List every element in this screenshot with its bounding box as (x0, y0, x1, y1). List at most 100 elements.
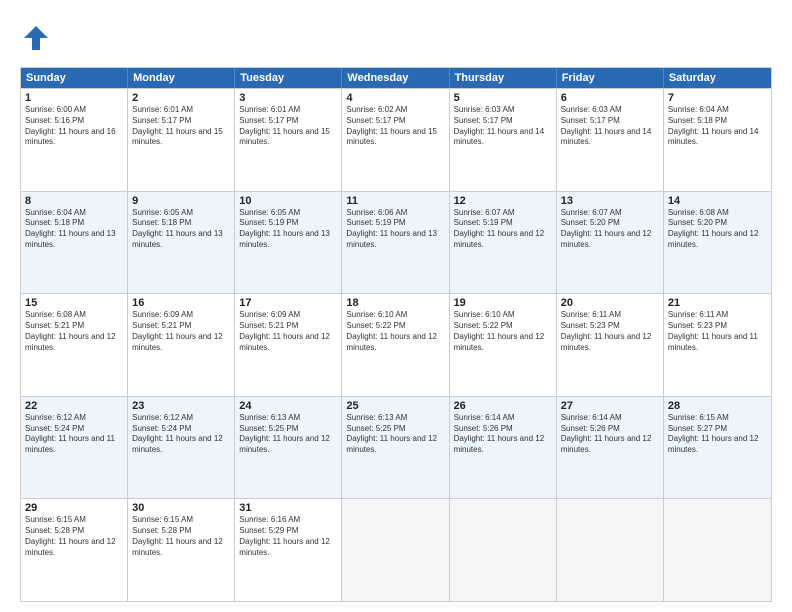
day-cell-14: 14Sunrise: 6:08 AMSunset: 5:20 PMDayligh… (664, 192, 771, 294)
day-info: Sunrise: 6:08 AMSunset: 5:21 PMDaylight:… (25, 310, 123, 353)
day-number: 19 (454, 297, 552, 309)
calendar-week-4: 22Sunrise: 6:12 AMSunset: 5:24 PMDayligh… (21, 396, 771, 499)
day-info: Sunrise: 6:15 AMSunset: 5:28 PMDaylight:… (25, 515, 123, 558)
day-number: 2 (132, 92, 230, 104)
logo-icon (20, 22, 52, 54)
day-number: 9 (132, 195, 230, 207)
day-number: 4 (346, 92, 444, 104)
day-cell-3: 3Sunrise: 6:01 AMSunset: 5:17 PMDaylight… (235, 89, 342, 191)
day-info: Sunrise: 6:12 AMSunset: 5:24 PMDaylight:… (25, 413, 123, 456)
day-cell-23: 23Sunrise: 6:12 AMSunset: 5:24 PMDayligh… (128, 397, 235, 499)
empty-cell (342, 499, 449, 601)
day-info: Sunrise: 6:04 AMSunset: 5:18 PMDaylight:… (668, 105, 767, 148)
day-number: 21 (668, 297, 767, 309)
day-cell-1: 1Sunrise: 6:00 AMSunset: 5:16 PMDaylight… (21, 89, 128, 191)
day-info: Sunrise: 6:10 AMSunset: 5:22 PMDaylight:… (454, 310, 552, 353)
day-number: 23 (132, 400, 230, 412)
calendar-week-3: 15Sunrise: 6:08 AMSunset: 5:21 PMDayligh… (21, 293, 771, 396)
day-number: 18 (346, 297, 444, 309)
day-cell-19: 19Sunrise: 6:10 AMSunset: 5:22 PMDayligh… (450, 294, 557, 396)
day-info: Sunrise: 6:11 AMSunset: 5:23 PMDaylight:… (668, 310, 767, 353)
day-number: 6 (561, 92, 659, 104)
day-info: Sunrise: 6:05 AMSunset: 5:18 PMDaylight:… (132, 208, 230, 251)
day-info: Sunrise: 6:02 AMSunset: 5:17 PMDaylight:… (346, 105, 444, 148)
day-number: 24 (239, 400, 337, 412)
day-info: Sunrise: 6:10 AMSunset: 5:22 PMDaylight:… (346, 310, 444, 353)
weekday-header-saturday: Saturday (664, 68, 771, 88)
day-number: 28 (668, 400, 767, 412)
day-info: Sunrise: 6:01 AMSunset: 5:17 PMDaylight:… (132, 105, 230, 148)
day-info: Sunrise: 6:04 AMSunset: 5:18 PMDaylight:… (25, 208, 123, 251)
calendar-body: 1Sunrise: 6:00 AMSunset: 5:16 PMDaylight… (21, 88, 771, 601)
day-number: 12 (454, 195, 552, 207)
header (20, 18, 772, 59)
day-cell-6: 6Sunrise: 6:03 AMSunset: 5:17 PMDaylight… (557, 89, 664, 191)
day-cell-8: 8Sunrise: 6:04 AMSunset: 5:18 PMDaylight… (21, 192, 128, 294)
day-info: Sunrise: 6:14 AMSunset: 5:26 PMDaylight:… (454, 413, 552, 456)
logo (20, 22, 56, 59)
day-number: 15 (25, 297, 123, 309)
day-number: 26 (454, 400, 552, 412)
day-info: Sunrise: 6:01 AMSunset: 5:17 PMDaylight:… (239, 105, 337, 148)
day-cell-7: 7Sunrise: 6:04 AMSunset: 5:18 PMDaylight… (664, 89, 771, 191)
weekday-header-wednesday: Wednesday (342, 68, 449, 88)
day-number: 14 (668, 195, 767, 207)
calendar: SundayMondayTuesdayWednesdayThursdayFrid… (20, 67, 772, 602)
day-cell-27: 27Sunrise: 6:14 AMSunset: 5:26 PMDayligh… (557, 397, 664, 499)
day-cell-4: 4Sunrise: 6:02 AMSunset: 5:17 PMDaylight… (342, 89, 449, 191)
calendar-header: SundayMondayTuesdayWednesdayThursdayFrid… (21, 68, 771, 88)
day-cell-20: 20Sunrise: 6:11 AMSunset: 5:23 PMDayligh… (557, 294, 664, 396)
day-cell-10: 10Sunrise: 6:05 AMSunset: 5:19 PMDayligh… (235, 192, 342, 294)
day-number: 8 (25, 195, 123, 207)
day-info: Sunrise: 6:16 AMSunset: 5:29 PMDaylight:… (239, 515, 337, 558)
day-number: 7 (668, 92, 767, 104)
day-number: 3 (239, 92, 337, 104)
day-cell-9: 9Sunrise: 6:05 AMSunset: 5:18 PMDaylight… (128, 192, 235, 294)
day-number: 13 (561, 195, 659, 207)
day-cell-26: 26Sunrise: 6:14 AMSunset: 5:26 PMDayligh… (450, 397, 557, 499)
day-info: Sunrise: 6:08 AMSunset: 5:20 PMDaylight:… (668, 208, 767, 251)
day-cell-25: 25Sunrise: 6:13 AMSunset: 5:25 PMDayligh… (342, 397, 449, 499)
day-number: 10 (239, 195, 337, 207)
day-number: 27 (561, 400, 659, 412)
day-cell-30: 30Sunrise: 6:15 AMSunset: 5:28 PMDayligh… (128, 499, 235, 601)
day-number: 25 (346, 400, 444, 412)
weekday-header-monday: Monday (128, 68, 235, 88)
empty-cell (450, 499, 557, 601)
day-number: 22 (25, 400, 123, 412)
day-number: 1 (25, 92, 123, 104)
day-info: Sunrise: 6:13 AMSunset: 5:25 PMDaylight:… (239, 413, 337, 456)
day-info: Sunrise: 6:07 AMSunset: 5:19 PMDaylight:… (454, 208, 552, 251)
empty-cell (557, 499, 664, 601)
day-number: 31 (239, 502, 337, 514)
calendar-week-5: 29Sunrise: 6:15 AMSunset: 5:28 PMDayligh… (21, 498, 771, 601)
day-info: Sunrise: 6:05 AMSunset: 5:19 PMDaylight:… (239, 208, 337, 251)
day-number: 20 (561, 297, 659, 309)
day-number: 29 (25, 502, 123, 514)
day-cell-16: 16Sunrise: 6:09 AMSunset: 5:21 PMDayligh… (128, 294, 235, 396)
day-cell-13: 13Sunrise: 6:07 AMSunset: 5:20 PMDayligh… (557, 192, 664, 294)
day-cell-12: 12Sunrise: 6:07 AMSunset: 5:19 PMDayligh… (450, 192, 557, 294)
day-info: Sunrise: 6:03 AMSunset: 5:17 PMDaylight:… (454, 105, 552, 148)
day-cell-29: 29Sunrise: 6:15 AMSunset: 5:28 PMDayligh… (21, 499, 128, 601)
day-number: 11 (346, 195, 444, 207)
day-cell-24: 24Sunrise: 6:13 AMSunset: 5:25 PMDayligh… (235, 397, 342, 499)
day-cell-17: 17Sunrise: 6:09 AMSunset: 5:21 PMDayligh… (235, 294, 342, 396)
day-info: Sunrise: 6:11 AMSunset: 5:23 PMDaylight:… (561, 310, 659, 353)
day-cell-11: 11Sunrise: 6:06 AMSunset: 5:19 PMDayligh… (342, 192, 449, 294)
calendar-week-2: 8Sunrise: 6:04 AMSunset: 5:18 PMDaylight… (21, 191, 771, 294)
page: SundayMondayTuesdayWednesdayThursdayFrid… (0, 0, 792, 612)
day-cell-22: 22Sunrise: 6:12 AMSunset: 5:24 PMDayligh… (21, 397, 128, 499)
day-cell-31: 31Sunrise: 6:16 AMSunset: 5:29 PMDayligh… (235, 499, 342, 601)
day-cell-15: 15Sunrise: 6:08 AMSunset: 5:21 PMDayligh… (21, 294, 128, 396)
day-number: 5 (454, 92, 552, 104)
day-info: Sunrise: 6:15 AMSunset: 5:28 PMDaylight:… (132, 515, 230, 558)
day-info: Sunrise: 6:14 AMSunset: 5:26 PMDaylight:… (561, 413, 659, 456)
day-info: Sunrise: 6:09 AMSunset: 5:21 PMDaylight:… (132, 310, 230, 353)
day-cell-2: 2Sunrise: 6:01 AMSunset: 5:17 PMDaylight… (128, 89, 235, 191)
weekday-header-tuesday: Tuesday (235, 68, 342, 88)
day-cell-21: 21Sunrise: 6:11 AMSunset: 5:23 PMDayligh… (664, 294, 771, 396)
day-cell-28: 28Sunrise: 6:15 AMSunset: 5:27 PMDayligh… (664, 397, 771, 499)
day-info: Sunrise: 6:07 AMSunset: 5:20 PMDaylight:… (561, 208, 659, 251)
day-info: Sunrise: 6:12 AMSunset: 5:24 PMDaylight:… (132, 413, 230, 456)
